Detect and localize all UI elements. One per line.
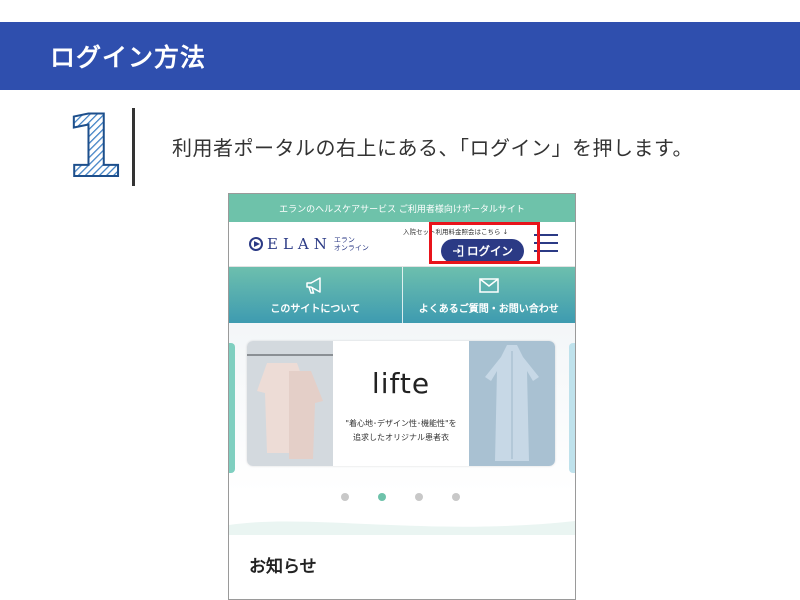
nav-about-site[interactable]: このサイトについて <box>229 267 402 323</box>
carousel-dot[interactable] <box>341 493 349 501</box>
lifte-brand: lifte <box>371 367 431 400</box>
wave-divider <box>229 521 575 535</box>
step-instruction: 利用者ポータルの右上にある、「ログイン」を押します。 <box>172 136 693 160</box>
banner-carousel[interactable]: lifte "着心地･デザイン性･機能性"を 追求したオリジナル患者衣 <box>229 323 575 493</box>
carousel-slide[interactable]: lifte "着心地･デザイン性･機能性"を 追求したオリジナル患者衣 <box>247 341 555 466</box>
logo-play-icon <box>249 237 263 251</box>
nav-faq-label: よくあるご質問・お問い合わせ <box>418 304 559 315</box>
logo-subtext-line2: オンライン <box>333 244 369 252</box>
logo-subtext-line1: エラン <box>333 236 355 244</box>
nav-about-label: このサイトについて <box>270 304 361 315</box>
mail-icon <box>479 278 499 293</box>
logo-subtext: エラン オンライン <box>334 236 369 252</box>
login-highlight-box <box>429 222 540 264</box>
step-number: 1 <box>64 104 124 182</box>
logo-text: ELAN <box>267 235 332 253</box>
page-title: ログイン方法 <box>50 43 207 72</box>
page-header: ログイン方法 <box>0 22 800 90</box>
gown-image-left <box>247 341 333 466</box>
carousel-dot-active[interactable] <box>378 493 386 501</box>
elan-logo[interactable]: ELAN エラン オンライン <box>249 235 369 253</box>
next-slide-peek[interactable] <box>569 343 575 473</box>
step-divider <box>132 108 135 186</box>
nav-faq-contact[interactable]: よくあるご質問・お問い合わせ <box>401 267 576 323</box>
megaphone-icon <box>306 277 321 294</box>
gown-image-right <box>469 341 555 466</box>
slide-caption: "着心地･デザイン性･機能性"を 追求したオリジナル患者衣 <box>333 417 469 445</box>
step-number-graphic: 1 <box>64 104 124 182</box>
slide-caption-line2: 追求したオリジナル患者衣 <box>353 433 449 442</box>
carousel-dots <box>229 493 575 543</box>
prev-slide-peek[interactable] <box>229 343 235 473</box>
blue-gown-illustration <box>485 345 539 461</box>
carousel-dot[interactable] <box>415 493 423 501</box>
phone-screenshot: エランのヘルスケアサービス ご利用者様向けポータルサイト ELAN エラン オン… <box>228 193 576 600</box>
carousel-dot[interactable] <box>452 493 460 501</box>
news-heading: お知らせ <box>249 557 317 577</box>
slide-caption-line1: "着心地･デザイン性･機能性"を <box>345 419 457 428</box>
portal-nav: このサイトについて よくあるご質問・お問い合わせ <box>229 267 575 323</box>
pink-gown-illustration <box>247 354 333 459</box>
portal-top-banner: エランのヘルスケアサービス ご利用者様向けポータルサイト <box>229 194 575 222</box>
